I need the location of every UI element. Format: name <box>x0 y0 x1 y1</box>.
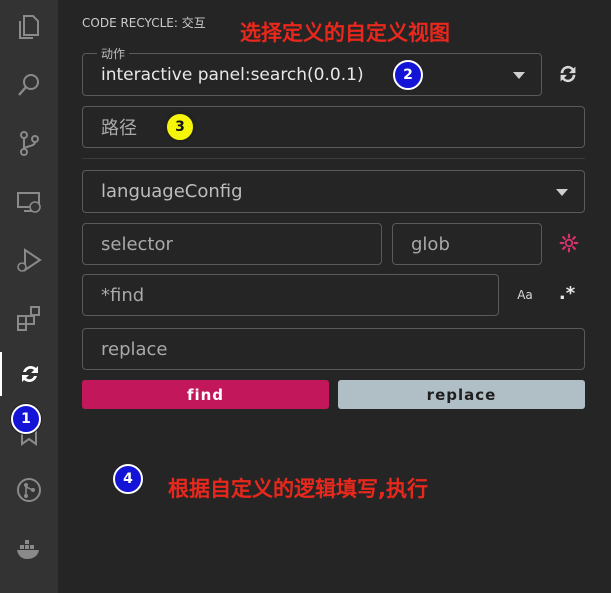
glob-input-placeholder: glob <box>411 233 450 255</box>
find-input[interactable]: *find <box>82 274 499 316</box>
badge-label: 3 <box>175 119 185 135</box>
badge-label: 4 <box>123 471 133 487</box>
action-select-value: interactive panel:search(0.0.1) <box>101 64 364 85</box>
annotation-badge-2: 2 <box>393 60 423 90</box>
regex-toggle[interactable]: .* <box>552 280 582 306</box>
path-input-placeholder: 路径 <box>101 118 137 139</box>
refresh-icon[interactable] <box>554 60 582 88</box>
remote-explorer-icon[interactable] <box>0 180 58 224</box>
selector-input-placeholder: selector <box>101 233 173 255</box>
docker-icon[interactable] <box>0 527 58 571</box>
language-config-value: languageConfig <box>101 181 243 202</box>
annotation-badge-1: 1 <box>11 404 41 434</box>
language-config-select[interactable]: languageConfig <box>82 170 585 213</box>
selector-input[interactable]: selector <box>82 223 382 265</box>
explorer-icon[interactable] <box>0 5 58 49</box>
action-select[interactable]: 动作 interactive panel:search(0.0.1) <box>82 45 542 96</box>
chevron-down-icon <box>513 71 525 79</box>
path-input[interactable]: 路径 <box>82 106 585 148</box>
search-icon[interactable] <box>0 63 58 107</box>
match-case-toggle[interactable]: Aa <box>510 282 540 308</box>
action-select-legend: 动作 <box>97 45 130 62</box>
glob-input[interactable]: glob <box>392 223 542 265</box>
extensions-icon[interactable] <box>0 296 58 340</box>
annotation-badge-3: 3 <box>165 112 195 142</box>
annotation-badge-4: 4 <box>113 464 143 494</box>
run-debug-icon[interactable] <box>0 238 58 282</box>
replace-input[interactable]: replace <box>82 328 585 370</box>
replace-button[interactable]: replace <box>338 380 585 409</box>
badge-label: 1 <box>21 411 31 427</box>
gear-icon[interactable] <box>556 230 582 256</box>
code-recycle-panel: CODE RECYCLE: 交互 选择定义的自定义视图 动作 interacti… <box>58 0 611 593</box>
annotation-top-note: 选择定义的自定义视图 <box>240 21 450 45</box>
divider <box>82 158 585 159</box>
find-button[interactable]: find <box>82 380 329 409</box>
panel-title: CODE RECYCLE: 交互 <box>82 16 206 30</box>
annotation-bottom-note: 根据自定义的逻辑填写,执行 <box>168 477 428 501</box>
chevron-down-icon <box>556 188 568 196</box>
activity-bar: 1 <box>0 0 58 593</box>
find-input-placeholder: *find <box>101 284 145 306</box>
source-control-icon[interactable] <box>0 121 58 165</box>
badge-label: 2 <box>403 67 413 83</box>
git-graph-icon[interactable] <box>0 468 58 512</box>
code-recycle-icon[interactable] <box>0 352 58 396</box>
replace-input-placeholder: replace <box>101 338 168 360</box>
